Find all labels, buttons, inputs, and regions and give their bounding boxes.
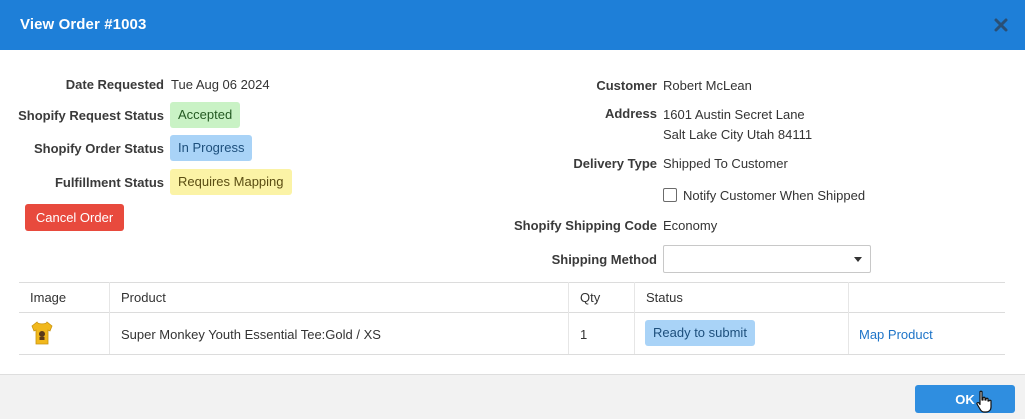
shopify-order-status-badge: In Progress xyxy=(170,135,253,161)
delivery-type-value: Shipped To Customer xyxy=(663,156,788,171)
date-requested-label: Date Requested xyxy=(65,77,164,92)
cancel-order-button[interactable]: Cancel Order xyxy=(25,204,124,231)
address-line-2: Salt Lake City Utah 84111 xyxy=(663,127,813,142)
hand-cursor-icon xyxy=(976,390,992,413)
customer-label: Customer xyxy=(596,78,657,93)
dialog-header: View Order #1003 xyxy=(0,0,1025,50)
dialog-title: View Order #1003 xyxy=(20,16,147,33)
fulfillment-status-label: Fulfillment Status xyxy=(54,175,164,190)
table-header-border xyxy=(19,312,1005,313)
notify-customer-checkbox[interactable] xyxy=(663,188,677,202)
table-top-border xyxy=(19,282,1005,283)
map-product-link[interactable]: Map Product xyxy=(859,327,933,342)
column-divider xyxy=(634,282,635,354)
shipping-method-select[interactable] xyxy=(663,245,871,273)
column-header-image: Image xyxy=(30,290,67,305)
shopify-request-status-label: Shopify Request Status xyxy=(18,108,164,123)
close-icon[interactable] xyxy=(993,17,1009,33)
product-qty: 1 xyxy=(580,327,588,342)
column-divider xyxy=(568,282,569,354)
shopify-shipping-code-value: Economy xyxy=(663,218,718,233)
shipping-method-label: Shipping Method xyxy=(551,252,657,267)
row-status-badge: Ready to submit xyxy=(645,320,755,346)
date-requested-value: Tue Aug 06 2024 xyxy=(171,77,270,92)
column-divider xyxy=(109,282,110,354)
column-header-qty: Qty xyxy=(580,290,601,305)
notify-customer-label[interactable]: Notify Customer When Shipped xyxy=(683,188,865,203)
column-header-product: Product xyxy=(121,290,166,305)
fulfillment-status-badge: Requires Mapping xyxy=(170,169,292,195)
delivery-type-label: Delivery Type xyxy=(573,156,657,171)
column-header-status: Status xyxy=(646,290,683,305)
customer-name: Robert McLean xyxy=(663,78,752,93)
dialog-footer: OK xyxy=(0,374,1025,419)
shopify-order-status-label: Shopify Order Status xyxy=(33,141,164,156)
ok-button[interactable]: OK xyxy=(915,385,1015,413)
column-divider xyxy=(848,282,849,354)
table-bottom-border xyxy=(19,354,1005,355)
product-name: Super Monkey Youth Essential Tee:Gold / … xyxy=(121,327,381,342)
caret-down-icon xyxy=(854,257,862,262)
address-line-1: 1601 Austin Secret Lane xyxy=(663,107,805,122)
tshirt-icon xyxy=(31,321,53,345)
shopify-request-status-badge: Accepted xyxy=(170,102,241,128)
address-label: Address xyxy=(604,106,657,121)
shopify-shipping-code-label: Shopify Shipping Code xyxy=(514,218,657,233)
